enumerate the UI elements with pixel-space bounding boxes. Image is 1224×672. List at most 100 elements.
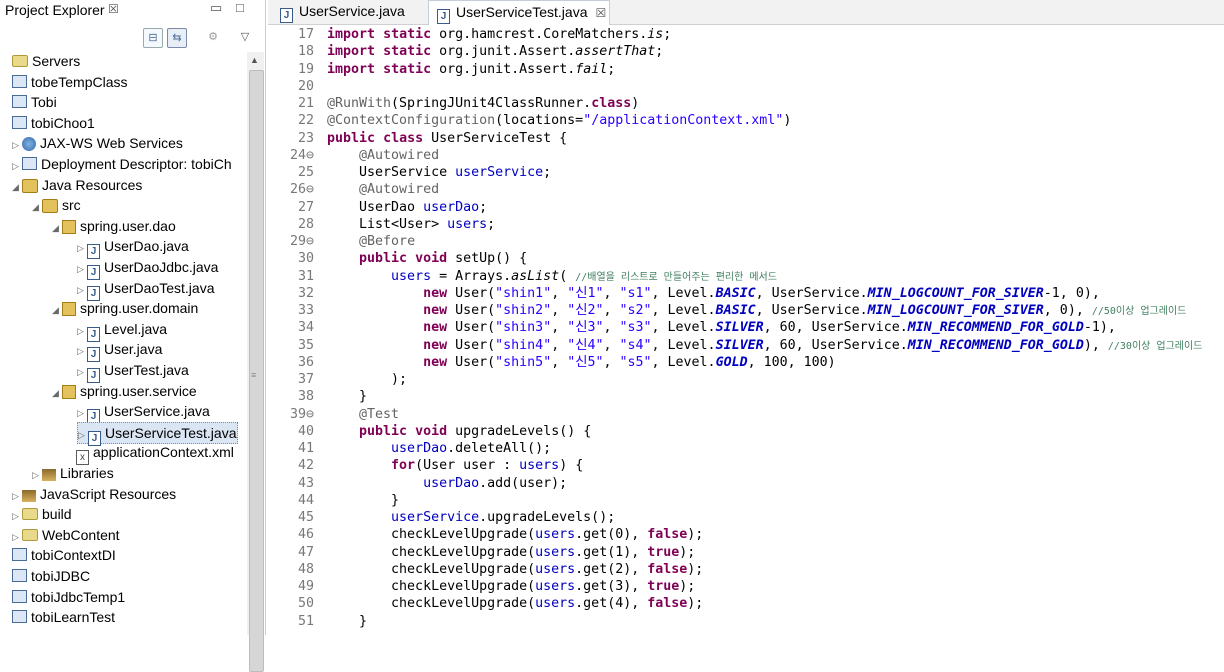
tree-item[interactable]: ▷ build (12, 504, 72, 524)
expand-toggle-icon[interactable]: ▷ (77, 321, 87, 341)
expand-toggle-icon[interactable]: ◢ (52, 218, 62, 238)
tree-item[interactable]: tobeTempClass (2, 72, 128, 92)
tree-item-label: tobiChoo1 (31, 114, 95, 131)
tree-item-label: Level.java (104, 320, 168, 337)
expand-toggle-icon[interactable]: ▷ (77, 280, 87, 300)
tree-item[interactable]: ◢ spring.user.dao (52, 216, 176, 236)
close-tab-icon[interactable]: ☒ (596, 6, 607, 20)
explorer-scrollbar[interactable]: ▲ ≡ (247, 52, 264, 672)
line-number: 42 (297, 458, 314, 474)
tree-item[interactable]: ▷ J Level.java (77, 319, 168, 342)
line-number: 38 (297, 389, 314, 405)
expand-toggle-icon[interactable]: ▷ (77, 362, 87, 382)
line-number: 22 (297, 113, 314, 129)
tab-userservicetest[interactable]: J UserServiceTest.java ☒ (428, 0, 610, 25)
scroll-up-icon[interactable]: ▲ (250, 55, 259, 65)
code-text: new User("shin2", "신2", "s2", Level.BASI… (423, 303, 1187, 318)
tree-item[interactable]: ▷ J UserService.java (77, 401, 210, 425)
code-text: UserDao userDao; (327, 199, 488, 215)
close-icon[interactable]: ☒ (108, 2, 119, 16)
tree-item[interactable]: ◢ spring.user.domain (52, 298, 198, 318)
tree-item[interactable]: ▷ J UserServiceTest.java (77, 421, 238, 446)
descriptor-icon (22, 157, 37, 170)
maximize-icon[interactable]: □ (236, 0, 244, 15)
expand-toggle-icon[interactable]: ▷ (77, 403, 87, 423)
tree-item[interactable]: Tobi (2, 92, 57, 112)
code-text: import static org.junit.Assert.fail; (327, 61, 616, 77)
expand-toggle-icon[interactable]: ▷ (77, 238, 87, 258)
line-number: 39⊖ (289, 406, 314, 422)
expand-toggle-icon[interactable]: ▷ (77, 341, 87, 361)
tab-userservice[interactable]: J UserService.java (272, 0, 424, 24)
tree-item[interactable]: ◢ spring.user.service (52, 381, 197, 401)
tree-item[interactable]: ▷ J UserTest.java (77, 360, 189, 383)
tree-item-label: applicationContext.xml (93, 444, 234, 461)
tree-item-label: Tobi (31, 94, 57, 111)
code-text: users = Arrays.asList( //배열을 리스트로 만들어주는 … (391, 268, 777, 284)
code-text: } (327, 613, 368, 629)
tree-item[interactable]: tobiContextDI (2, 545, 116, 565)
expand-toggle-icon[interactable]: ◢ (52, 383, 62, 403)
line-number: 49 (297, 579, 314, 594)
tree-item[interactable]: tobiJdbcTemp1 (2, 587, 125, 607)
line-number: 26⊖ (289, 182, 314, 198)
line-number: 37 (297, 372, 314, 387)
code-text: new User("shin4", "신4", "s4", Level.SILV… (423, 337, 1203, 353)
expand-toggle-icon[interactable]: ▷ (12, 527, 22, 547)
tree-item[interactable]: Servers (2, 51, 80, 71)
tree-item[interactable]: ◢ src (32, 195, 81, 215)
package-icon (62, 219, 76, 234)
collapse-all-icon[interactable]: ⊟ (143, 28, 163, 48)
view-menu-icon[interactable]: ▽ (236, 28, 254, 46)
tree-item[interactable]: ◢ Java Resources (12, 175, 142, 195)
tree-item-label: spring.user.domain (80, 300, 199, 317)
code-text: for(User user : users) { (391, 458, 584, 474)
line-number: 48 (297, 561, 314, 577)
tree-item-label: tobeTempClass (31, 73, 128, 90)
tree-item[interactable]: x applicationContext.xml (66, 442, 234, 466)
tree-item[interactable]: ▷ Libraries (32, 463, 114, 483)
expand-toggle-icon[interactable]: ▷ (77, 259, 87, 279)
tree-item[interactable]: ▷ J UserDao.java (77, 236, 189, 260)
package-icon (62, 302, 76, 317)
tree-item[interactable]: ▷ J UserDaoJdbc.java (77, 257, 218, 280)
tree-item[interactable]: tobiLearnTest (2, 607, 115, 627)
tree-item[interactable]: ▷ JavaScript Resources (12, 484, 176, 504)
tree-item-label: JavaScript Resources (40, 485, 177, 502)
expand-toggle-icon[interactable]: ▷ (12, 135, 22, 155)
tree-item[interactable]: ▷ JAX-WS Web Services (12, 133, 183, 153)
tree-item[interactable]: ▷ WebContent (12, 525, 120, 545)
filter-icon[interactable]: ⚙ (204, 28, 222, 46)
project-explorer: Project Explorer ☒ ▭ □ ⊟ ⇆ ⚙ ▽ Servers to… (0, 0, 266, 672)
line-number: 19 (297, 61, 314, 77)
expand-toggle-icon[interactable]: ▷ (12, 156, 22, 176)
tree-item[interactable]: ▷ J User.java (77, 339, 162, 363)
expand-toggle-icon[interactable]: ▷ (32, 465, 42, 485)
project-icon (12, 74, 27, 88)
line-number: 40 (297, 423, 314, 439)
code-text: UserService userService; (327, 165, 552, 180)
tree-item-label: JAX-WS Web Services (40, 135, 183, 152)
code-text: checkLevelUpgrade(users.get(3), true); (327, 579, 696, 594)
minimize-icon[interactable]: ▭ (210, 0, 222, 16)
line-number: 20 (297, 78, 314, 94)
code-text: import static org.junit.Assert.assertTha… (327, 44, 664, 60)
expand-toggle-icon[interactable]: ◢ (12, 177, 22, 197)
project-explorer-title: Project Explorer (5, 2, 105, 18)
tree-item[interactable]: ▷ Deployment Descriptor: tobiCh (12, 154, 232, 174)
tree-item[interactable]: tobiJDBC (2, 566, 90, 586)
code-text: ); (327, 372, 408, 387)
java-project-icon (12, 115, 27, 129)
line-number: 51 (297, 613, 314, 629)
expand-toggle-icon[interactable]: ◢ (32, 197, 42, 217)
expand-toggle-icon[interactable]: ◢ (52, 300, 62, 320)
project-icon (12, 95, 27, 109)
link-with-editor-icon[interactable]: ⇆ (167, 28, 187, 48)
expand-toggle-icon[interactable]: ▷ (12, 486, 22, 506)
project-explorer-tab[interactable]: Project Explorer ☒ ▭ □ (0, 0, 265, 22)
tree-item[interactable]: ▷ J UserDaoTest.java (77, 278, 215, 301)
tree-item[interactable]: tobiChoo1 (2, 113, 95, 133)
line-number: 35 (297, 337, 314, 353)
grip-icon: ≡ (251, 370, 257, 380)
expand-toggle-icon[interactable]: ▷ (12, 506, 22, 526)
